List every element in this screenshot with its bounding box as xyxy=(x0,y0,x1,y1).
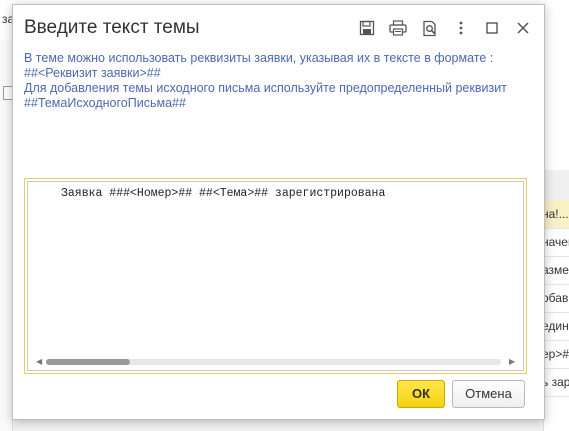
topic-text-dialog: Введите текст темы В теме можно использо… xyxy=(12,4,545,420)
topic-text-value: Заявка ###<Номер>## ##<Тема>## зарегистр… xyxy=(61,187,386,200)
hint-line: ##ТемаИсходногоПисьма## xyxy=(24,96,186,110)
hint-line: Для добавления темы исходного письма исп… xyxy=(24,81,507,95)
background-table-fragment: на!... начен азме обав един ер># ь зар xyxy=(543,40,569,431)
print-icon[interactable] xyxy=(388,18,408,38)
background-table-row[interactable]: ер># xyxy=(544,340,569,369)
background-control xyxy=(3,86,12,100)
dialog-title: Введите текст темы xyxy=(24,17,200,38)
maximize-icon[interactable] xyxy=(482,18,502,38)
background-table-row[interactable]: на!... xyxy=(544,200,569,229)
background-table-row[interactable]: един xyxy=(544,312,569,341)
background-table-row[interactable]: ь зар xyxy=(544,368,569,397)
ok-button[interactable]: ОК xyxy=(397,380,445,408)
scrollbar-thumb[interactable] xyxy=(46,359,130,365)
hint-line: ##<Реквизит заявки>## xyxy=(24,66,161,80)
hint-text: В теме можно использовать реквизиты заяв… xyxy=(24,51,534,111)
hint-line: В теме можно использовать реквизиты заяв… xyxy=(24,51,494,65)
preview-icon[interactable] xyxy=(420,18,440,38)
topic-text-editor[interactable]: Заявка ###<Номер>## ##<Тема>## зарегистр… xyxy=(27,181,524,371)
background-table-row[interactable]: обав xyxy=(544,284,569,313)
background-table-row[interactable]: начен xyxy=(544,228,569,257)
more-icon[interactable] xyxy=(451,18,471,38)
topic-editor-frame: Заявка ###<Номер>## ##<Тема>## зарегистр… xyxy=(24,178,527,374)
close-icon[interactable] xyxy=(513,18,533,38)
save-icon[interactable] xyxy=(357,18,377,38)
background-table-row[interactable]: азме xyxy=(544,256,569,285)
cancel-button[interactable]: Отмена xyxy=(452,380,525,408)
scroll-right-icon[interactable]: ▶ xyxy=(509,357,515,367)
scroll-left-icon[interactable]: ◀ xyxy=(36,357,42,367)
horizontal-scrollbar[interactable]: ◀ ▶ xyxy=(32,357,519,367)
background-table-header xyxy=(544,170,569,201)
